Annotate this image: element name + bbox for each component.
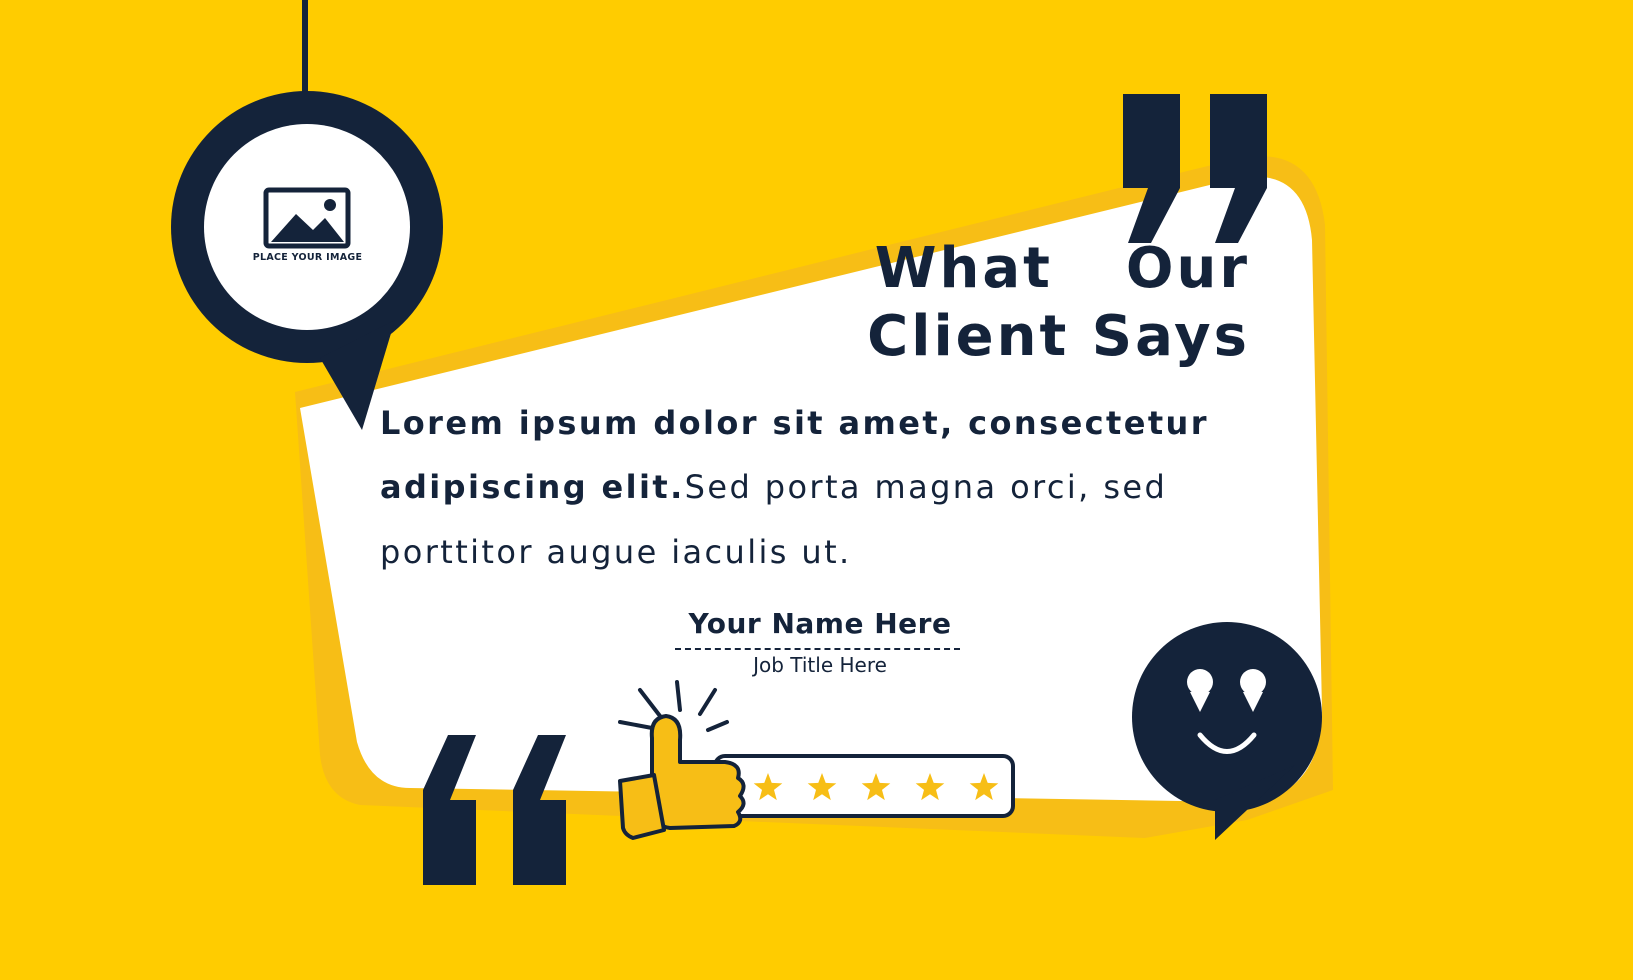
quote-text-bold: adipiscing elit. bbox=[380, 468, 685, 506]
author-name: Your Name Here bbox=[688, 607, 952, 640]
hanging-string bbox=[302, 0, 308, 100]
page-title-line1: What Our bbox=[874, 236, 1250, 301]
quote-text-rest: Sed porta magna orci, sed bbox=[684, 468, 1168, 506]
quote-text-line1: Lorem ipsum dolor sit amet, consectetur bbox=[380, 404, 1209, 442]
quote-text-line2: adipiscing elit.Sed porta magna orci, se… bbox=[380, 467, 1167, 507]
page-title-line2: Client Says bbox=[867, 304, 1250, 369]
quote-text-line3: porttitor augue iaculis ut. bbox=[380, 533, 852, 571]
name-divider bbox=[675, 648, 960, 650]
image-placeholder-label: PLACE YOUR IMAGE bbox=[252, 252, 363, 263]
author-job-title: Job Title Here bbox=[753, 653, 887, 677]
